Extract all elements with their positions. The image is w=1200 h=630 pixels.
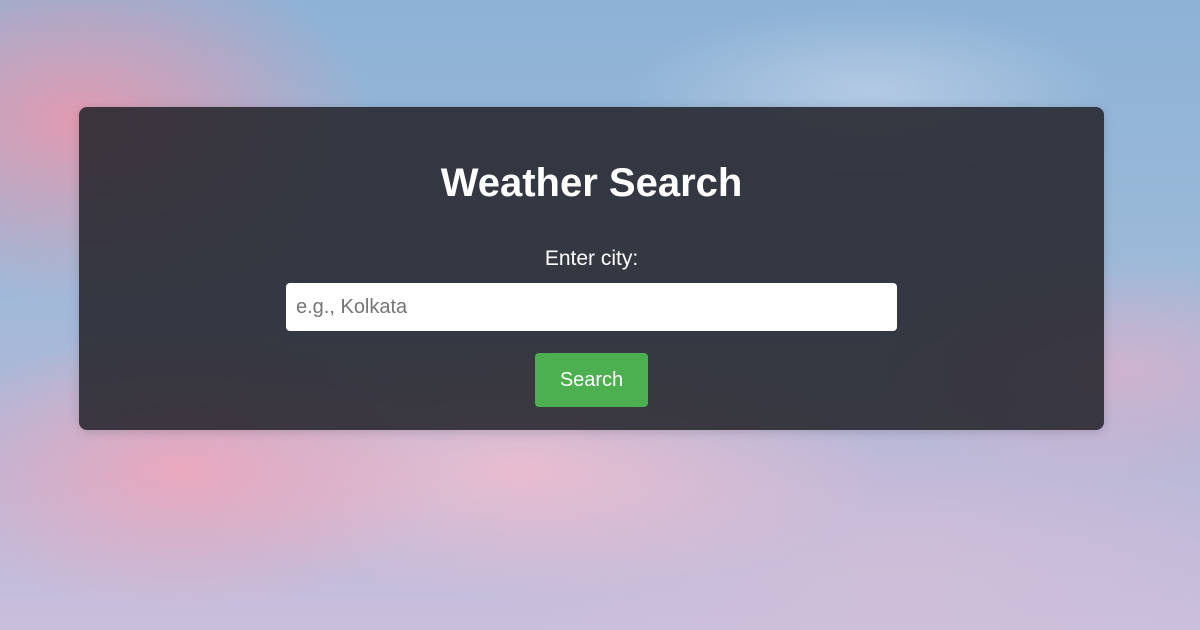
search-button[interactable]: Search — [535, 353, 648, 407]
city-input[interactable] — [286, 283, 897, 331]
page-title: Weather Search — [440, 161, 743, 205]
city-label: Enter city: — [544, 247, 639, 270]
page-background: { "card": { "title": "Weather Search", "… — [0, 0, 1200, 630]
search-card: Weather Search Enter city: Search — [79, 107, 1104, 430]
